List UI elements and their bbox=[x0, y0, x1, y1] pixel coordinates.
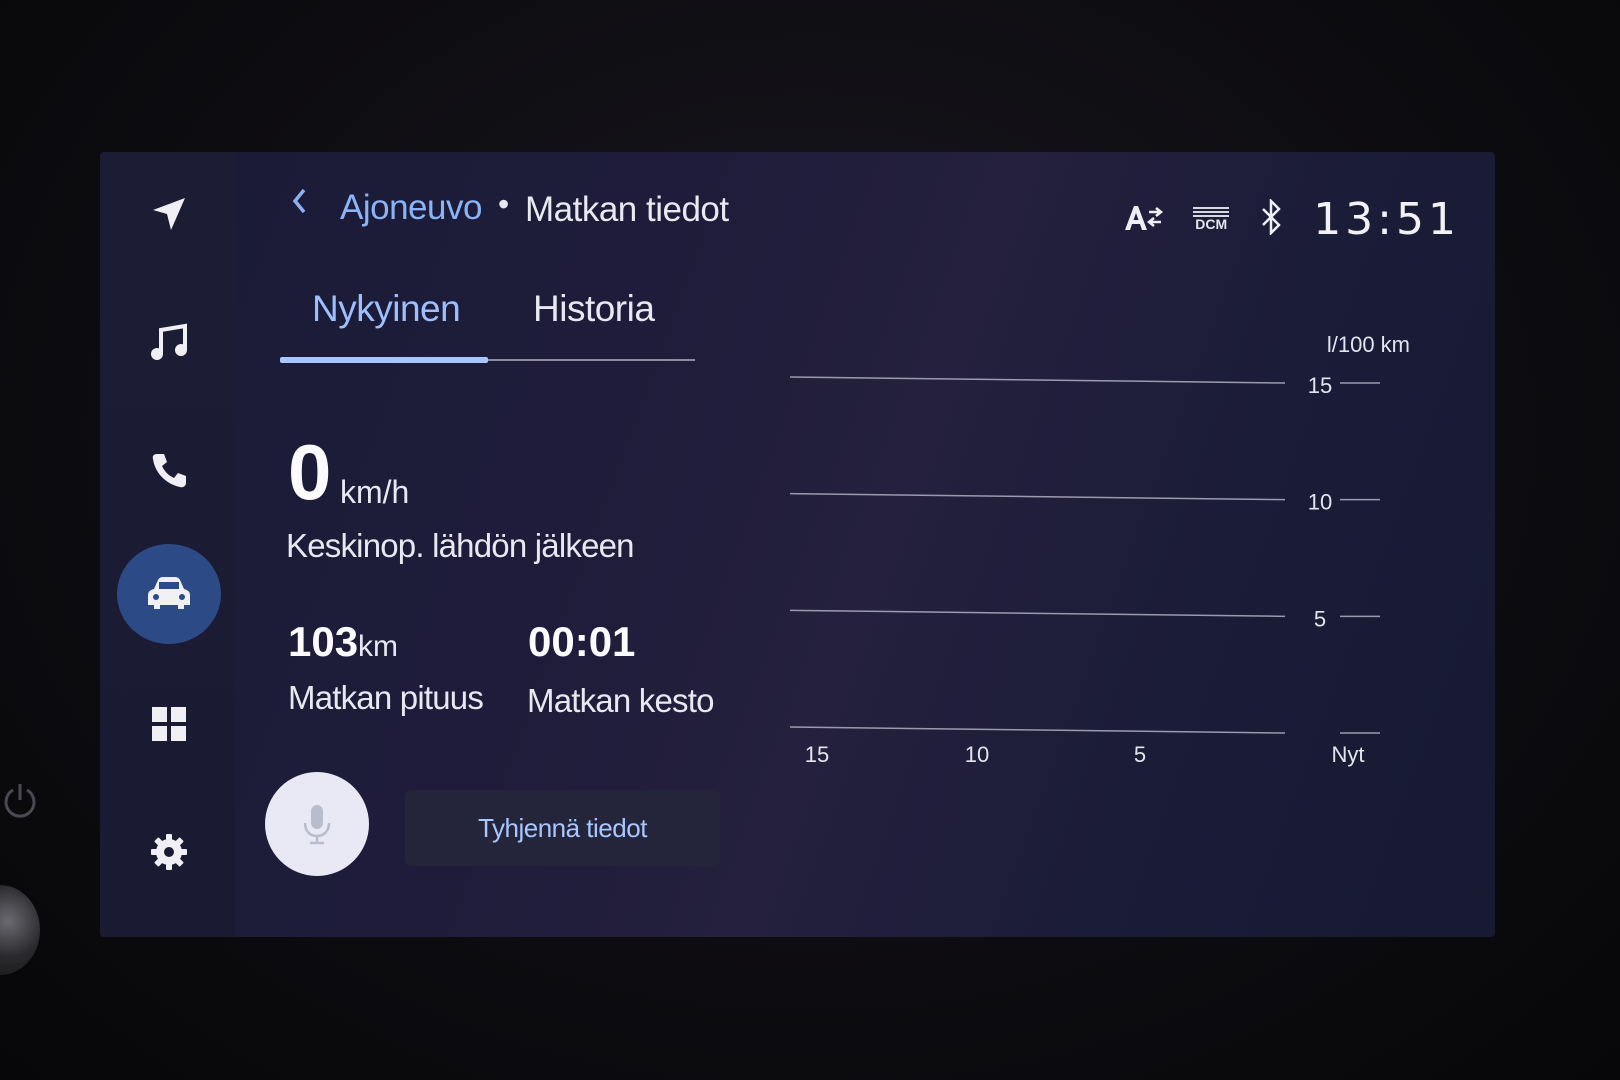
active-indicator bbox=[117, 544, 221, 644]
navigation-arrow-icon bbox=[153, 198, 185, 230]
distance-unit: km bbox=[358, 630, 398, 663]
gear-icon bbox=[151, 834, 187, 870]
y-tick-label: 10 bbox=[1308, 490, 1332, 515]
music-note-icon bbox=[151, 323, 187, 360]
x-tick-label: Nyt bbox=[1332, 742, 1365, 767]
chevron-left-icon bbox=[292, 188, 306, 214]
duration-value: 00:01 bbox=[528, 618, 636, 665]
breadcrumb-link[interactable]: Ajoneuvo bbox=[340, 188, 482, 228]
chart-gridline bbox=[789, 376, 1286, 384]
tab-history[interactable]: Historia bbox=[533, 288, 655, 330]
x-tick-label: 10 bbox=[965, 742, 989, 767]
clock: 13:51 bbox=[1313, 193, 1460, 245]
avg-speed-label: Keskinop. lähdön jälkeen bbox=[286, 527, 635, 564]
chart-svg: l/100 km 15 10 5 15 10 5 Nyt bbox=[789, 332, 1410, 767]
page-title: Matkan tiedot bbox=[525, 190, 729, 229]
sidebar-item-apps[interactable] bbox=[117, 674, 221, 774]
y-tick-label: 5 bbox=[1314, 606, 1326, 631]
tab-bar: Nykyinen Historia bbox=[280, 282, 695, 367]
fuel-consumption-chart: l/100 km 15 10 5 15 10 5 Nyt bbox=[780, 332, 1440, 797]
chart-gridline bbox=[789, 609, 1286, 618]
duration-label: Matkan kesto bbox=[527, 682, 714, 719]
sidebar bbox=[100, 152, 235, 937]
avg-speed-unit: km/h bbox=[340, 474, 410, 510]
grid-icon bbox=[152, 707, 186, 741]
car-icon bbox=[148, 577, 190, 609]
microphone-icon bbox=[303, 805, 331, 845]
y-tick-label: 15 bbox=[1308, 373, 1332, 398]
voice-button[interactable] bbox=[265, 772, 369, 876]
back-button[interactable] bbox=[290, 186, 320, 226]
distance-label: Matkan pituus bbox=[288, 679, 484, 716]
tab-active-underline bbox=[280, 357, 488, 363]
sidebar-item-phone[interactable] bbox=[117, 420, 221, 520]
breadcrumb-separator: • bbox=[498, 186, 510, 222]
chart-gridline bbox=[789, 492, 1286, 501]
dcm-label: DCM bbox=[1195, 216, 1228, 232]
chart-unit-label: l/100 km bbox=[1327, 332, 1410, 357]
sidebar-item-navigation[interactable] bbox=[117, 164, 221, 264]
header: Ajoneuvo • Matkan tiedot DCM 13:51 bbox=[280, 182, 1460, 245]
text-size-icon bbox=[1123, 202, 1164, 237]
x-tick-label: 5 bbox=[1134, 742, 1146, 767]
sidebar-item-vehicle[interactable] bbox=[117, 544, 221, 644]
infotainment-screen: Ajoneuvo • Matkan tiedot DCM 13:51 Nykyi… bbox=[100, 152, 1495, 937]
dcm-icon: DCM bbox=[1193, 207, 1230, 232]
sidebar-item-settings[interactable] bbox=[117, 802, 221, 902]
avg-speed-value: 0 bbox=[288, 428, 332, 516]
power-icon[interactable] bbox=[2, 780, 38, 820]
tab-current[interactable]: Nykyinen bbox=[312, 288, 461, 330]
status-bar: DCM 13:51 bbox=[1123, 193, 1460, 245]
chart-gridline bbox=[789, 726, 1286, 734]
phone-icon bbox=[152, 454, 186, 488]
distance-value: 103 bbox=[288, 618, 359, 665]
bluetooth-icon bbox=[1259, 197, 1283, 240]
x-tick-label: 15 bbox=[805, 742, 829, 767]
sidebar-item-music[interactable] bbox=[117, 292, 221, 392]
clear-data-button[interactable]: Tyhjennä tiedot bbox=[405, 790, 720, 866]
